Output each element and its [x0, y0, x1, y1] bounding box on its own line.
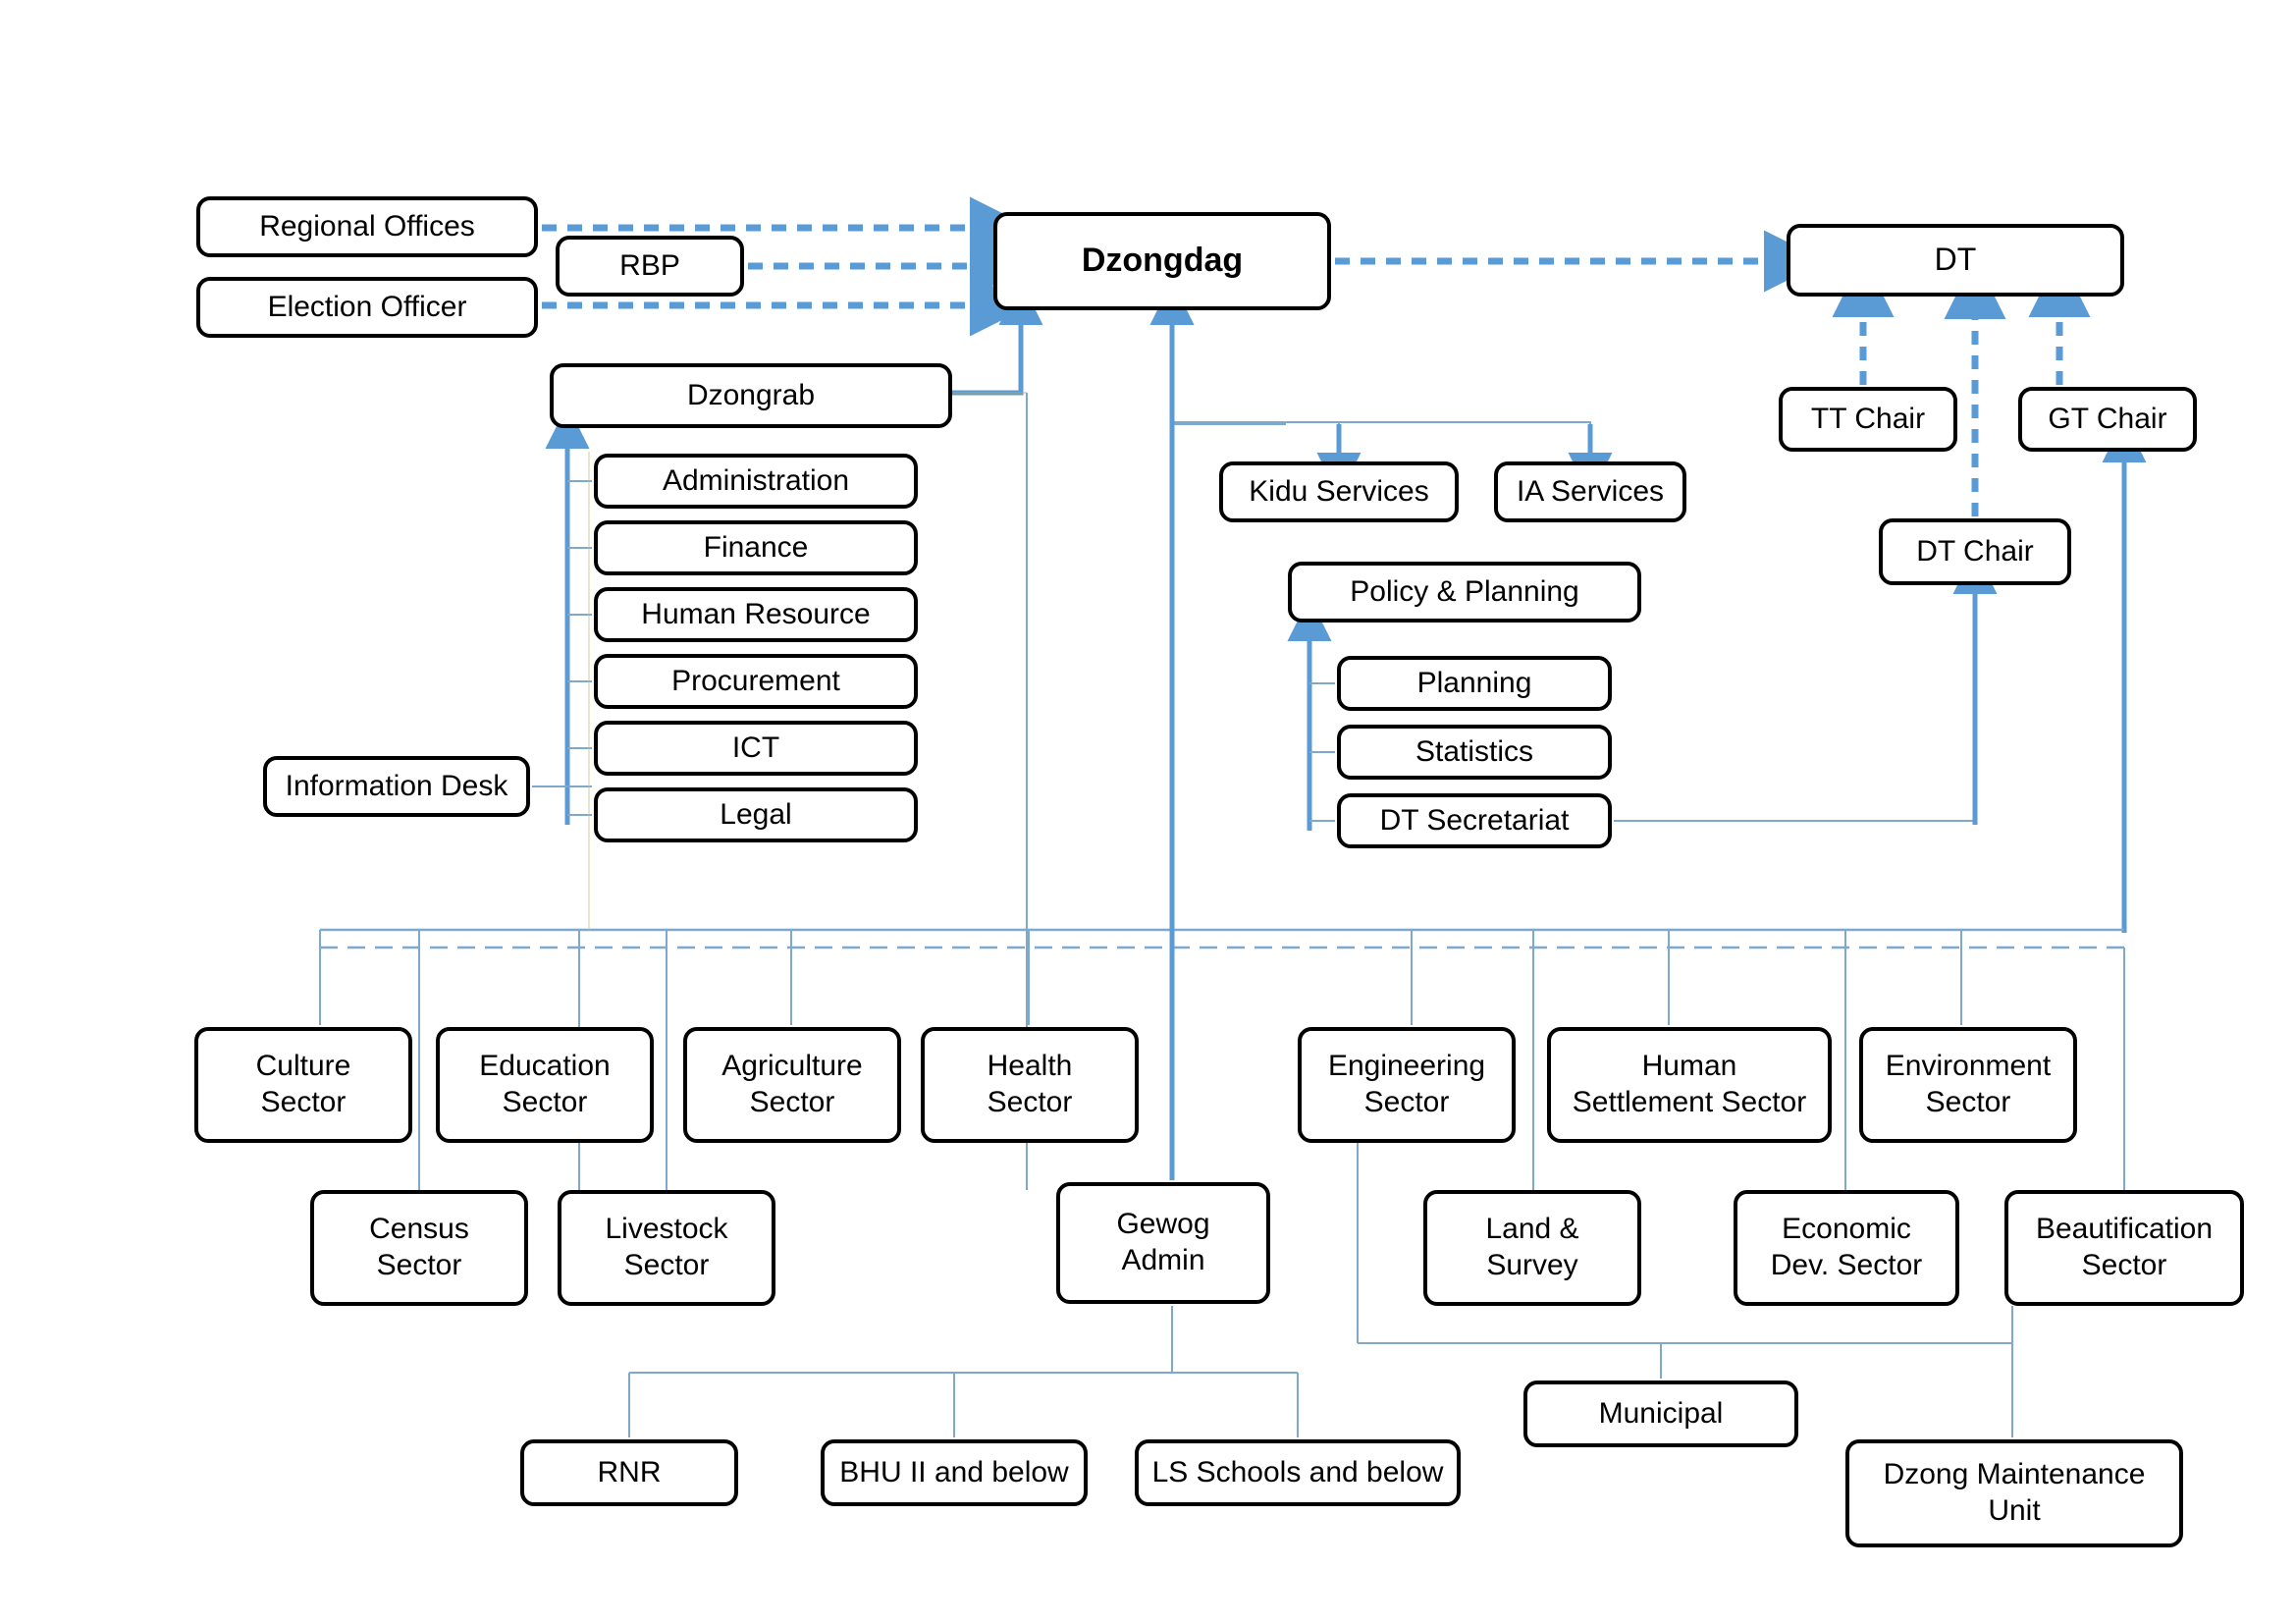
node-statistics[interactable]: Statistics	[1337, 725, 1612, 780]
edge-bus-dzongrab-departments	[545, 405, 592, 825]
node-information-desk[interactable]: Information Desk	[263, 756, 530, 817]
node-beautification-sector[interactable]: Beautification Sector	[2004, 1190, 2244, 1306]
edge-dt-secretariat-to-dt-chair	[1614, 550, 1998, 825]
edge-solid-dzongdag-to-kidu-services	[1172, 421, 1362, 497]
node-dzong-maintenance-unit[interactable]: Dzong Maintenance Unit	[1845, 1439, 2183, 1547]
node-tt-chair[interactable]: TT Chair	[1779, 387, 1957, 452]
node-ia-services[interactable]: IA Services	[1494, 461, 1686, 522]
edge-solid-dzongdag-to-ia-services	[1172, 421, 1613, 497]
edge-solid-dzongrab-to-dzongdag	[950, 281, 1043, 396]
node-human-settlement-sector[interactable]: Human Settlement Sector	[1547, 1027, 1832, 1143]
node-finance[interactable]: Finance	[594, 520, 918, 575]
node-ls-schools-and-below[interactable]: LS Schools and below	[1135, 1439, 1461, 1506]
node-education-sector[interactable]: Education Sector	[436, 1027, 654, 1143]
organogram-canvas: Regional Offices Election Officer RBP Dz…	[0, 0, 2296, 1624]
node-gewog-admin[interactable]: Gewog Admin	[1056, 1182, 1270, 1304]
node-census-sector[interactable]: Census Sector	[310, 1190, 528, 1306]
node-dzongdag[interactable]: Dzongdag	[993, 212, 1331, 310]
edge-gewog-admin-children	[628, 1306, 1299, 1437]
node-election-officer[interactable]: Election Officer	[196, 277, 538, 338]
node-dzongrab[interactable]: Dzongrab	[550, 363, 952, 428]
node-kidu-services[interactable]: Kidu Services	[1219, 461, 1459, 522]
node-bhu-ii-and-below[interactable]: BHU II and below	[821, 1439, 1088, 1506]
node-ict[interactable]: ICT	[594, 721, 918, 776]
node-agriculture-sector[interactable]: Agriculture Sector	[683, 1027, 901, 1143]
node-dt-secretariat[interactable]: DT Secretariat	[1337, 793, 1612, 848]
node-planning[interactable]: Planning	[1337, 656, 1612, 711]
node-rnr[interactable]: RNR	[520, 1439, 738, 1506]
node-dt-chair[interactable]: DT Chair	[1879, 518, 2071, 585]
node-dt[interactable]: DT	[1787, 224, 2124, 297]
node-gt-chair[interactable]: GT Chair	[2018, 387, 2197, 452]
node-engineering-sector[interactable]: Engineering Sector	[1298, 1027, 1516, 1143]
node-rbp[interactable]: RBP	[556, 236, 744, 297]
edge-solid-policy-planning-to-dzongdag	[1149, 281, 1286, 432]
node-legal[interactable]: Legal	[594, 787, 918, 842]
node-human-resource[interactable]: Human Resource	[594, 587, 918, 642]
node-economic-dev-sector[interactable]: Economic Dev. Sector	[1734, 1190, 1959, 1306]
node-livestock-sector[interactable]: Livestock Sector	[558, 1190, 775, 1306]
node-land-survey[interactable]: Land & Survey	[1423, 1190, 1641, 1306]
node-health-sector[interactable]: Health Sector	[921, 1027, 1139, 1143]
node-procurement[interactable]: Procurement	[594, 654, 918, 709]
node-administration[interactable]: Administration	[594, 454, 918, 509]
node-culture-sector[interactable]: Culture Sector	[194, 1027, 412, 1143]
node-policy-planning[interactable]: Policy & Planning	[1288, 562, 1641, 623]
edge-bus-policy-planning-units	[1287, 597, 1335, 831]
node-regional-offices[interactable]: Regional Offices	[196, 196, 538, 257]
node-environment-sector[interactable]: Environment Sector	[1859, 1027, 2077, 1143]
node-municipal[interactable]: Municipal	[1523, 1380, 1798, 1447]
